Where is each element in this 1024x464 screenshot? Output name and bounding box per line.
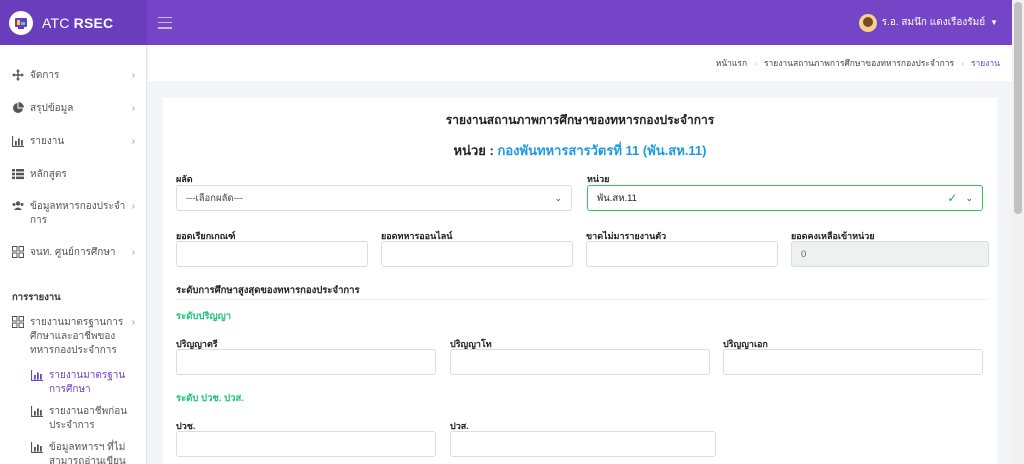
- bar-chart-icon: [12, 136, 24, 147]
- sidebar-subitem-prior-occupation[interactable]: รายงานอาชีพก่อนประจำการ: [31, 405, 131, 433]
- sidebar-item-staff[interactable]: จนท. ศูนย์การศึกษา ›: [0, 246, 147, 260]
- page-title: รายงานสถานภาพการศึกษาของทหารกองประจำการ: [445, 113, 715, 127]
- sidebar-item-summary[interactable]: สรุปข้อมูล ›: [0, 102, 147, 116]
- brand-name: ATC RSEC: [42, 14, 114, 31]
- move-icon: [12, 69, 24, 81]
- sidebar-subitem-edu-standard[interactable]: รายงานมาตรฐานการศึกษา: [31, 369, 131, 397]
- unit-label: หน่วย: [587, 174, 610, 184]
- bar-chart-icon: [31, 406, 43, 417]
- chevron-down-icon: ⌄: [554, 192, 562, 203]
- brand[interactable]: ATC RSEC: [0, 0, 147, 45]
- called-input[interactable]: [176, 241, 368, 267]
- check-icon: ✓: [947, 191, 958, 205]
- user-menu[interactable]: ร.อ. สมนึก แดงเรืองรัมย์ ▼: [858, 13, 998, 32]
- remaining-input: 0: [791, 241, 989, 267]
- report-card: รายงานสถานภาพการศึกษาของทหารกองประจำการ …: [163, 98, 997, 464]
- breadcrumb-current: รายงาน: [970, 58, 1000, 68]
- bar-chart-icon: [31, 442, 43, 453]
- unit-select[interactable]: พัน.สห.11 ✓ ⌄: [587, 185, 983, 211]
- app-logo: [9, 10, 33, 35]
- section-divider: [176, 299, 988, 300]
- bar-chart-icon: [31, 370, 43, 381]
- sidebar-item-soldiers[interactable]: ข้อมูลทหารกองประจำการ ›: [0, 200, 147, 228]
- unit-heading-value: กองพันทหารสารวัตรที่ 11 (พัน.สห.11): [497, 143, 707, 158]
- vocational-subheading: ระดับ ปวช. ปวส.: [176, 393, 244, 404]
- chevron-right-icon: ›: [754, 58, 757, 68]
- pie-chart-icon: [13, 102, 24, 113]
- sidebar-item-manage[interactable]: จัดการ ›: [0, 69, 147, 83]
- education-section-title: ระดับการศึกษาสูงสุดของทหารกองประจำการ: [176, 285, 360, 296]
- users-icon: [12, 201, 24, 210]
- unit-heading: หน่วย : กองพันทหารสารวัตรที่ 11 (พัน.สห.…: [453, 143, 707, 158]
- master-input[interactable]: [450, 349, 710, 375]
- scrollbar-thumb[interactable]: [1014, 2, 1022, 214]
- sidebar: จัดการ › สรุปข้อมูล › รายงาน › หลักสูตร …: [0, 45, 147, 464]
- doctor-input[interactable]: [723, 349, 983, 375]
- sidebar-item-report-standards[interactable]: รายงานมาตรฐานการศึกษาและอาชีพของทหารกองป…: [0, 316, 147, 358]
- chevron-down-icon: ▼: [990, 18, 998, 27]
- missing-input[interactable]: [586, 241, 778, 267]
- list-icon: [12, 169, 24, 180]
- chevron-down-icon: ⌄: [965, 192, 973, 203]
- logo-icon: [15, 17, 27, 29]
- online-input[interactable]: [381, 241, 573, 267]
- chevron-right-icon: ›: [131, 201, 135, 212]
- sidebar-item-courses[interactable]: หลักสูตร: [0, 168, 147, 182]
- chevron-right-icon: ›: [131, 317, 135, 328]
- top-navbar: ATC RSEC ร.อ. สมนึก แดงเรืองรัมย์ ▼: [0, 0, 1012, 45]
- avatar: [858, 13, 877, 32]
- grid-icon: [12, 316, 24, 328]
- batch-select[interactable]: ---เลือกผลัด--- ⌄: [176, 185, 572, 211]
- remaining-value: 0: [801, 248, 807, 260]
- batch-select-value: ---เลือกผลัด---: [186, 192, 244, 204]
- chevron-right-icon: ›: [131, 103, 135, 114]
- grid-icon: [12, 246, 24, 258]
- breadcrumb-parent[interactable]: รายงานสถานภาพการศึกษาของทหารกองประจำการ: [764, 56, 954, 70]
- chevron-right-icon: ›: [961, 58, 964, 68]
- breadcrumb: หน้าแรก › รายงานสถานภาพการศึกษาของทหารกอ…: [148, 45, 1012, 81]
- batch-label: ผลัด: [176, 174, 193, 184]
- pvc-input[interactable]: [176, 431, 436, 457]
- user-name: ร.อ. สมนึก แดงเรืองรัมย์: [881, 17, 986, 28]
- chevron-right-icon: ›: [131, 136, 135, 147]
- unit-select-value: พัน.สห.11: [597, 192, 637, 204]
- scrollbar[interactable]: [1012, 0, 1024, 464]
- degree-subheading: ระดับปริญญา: [176, 311, 232, 322]
- hamburger-menu-icon[interactable]: [158, 16, 172, 29]
- chevron-right-icon: ›: [131, 247, 135, 258]
- sidebar-subitem-illiterate[interactable]: ข้อมูลทหารฯ ที่ไม่สามารถอ่านเขียนภาษา: [31, 441, 131, 464]
- sidebar-section-title: การรายงาน: [12, 292, 61, 303]
- pvs-input[interactable]: [450, 431, 716, 457]
- chevron-right-icon: ›: [131, 70, 135, 81]
- sidebar-item-report[interactable]: รายงาน ›: [0, 135, 147, 149]
- breadcrumb-home[interactable]: หน้าแรก: [716, 56, 747, 70]
- bachelor-input[interactable]: [176, 349, 436, 375]
